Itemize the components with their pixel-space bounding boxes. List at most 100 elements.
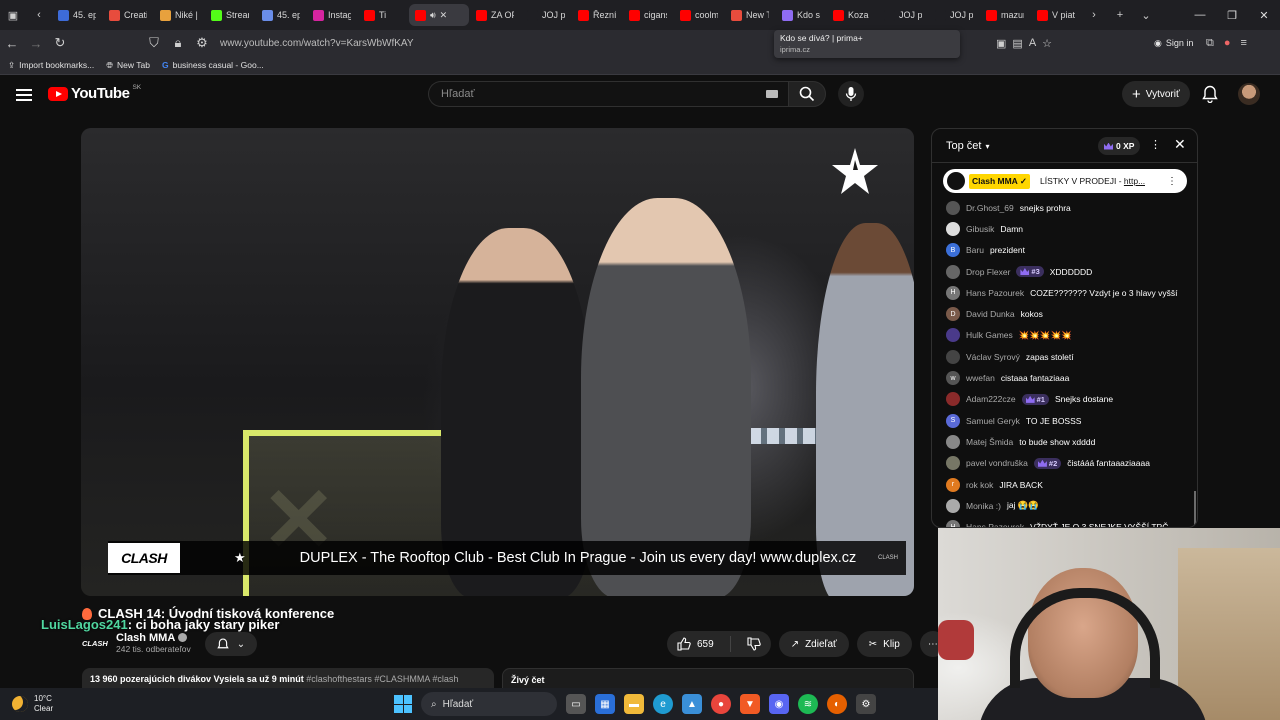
chat-avatar[interactable]: [946, 264, 960, 279]
browser-tab[interactable]: Stream: [205, 4, 255, 26]
chat-avatar[interactable]: w: [946, 371, 960, 386]
browser-tab[interactable]: Creati: [103, 4, 153, 26]
chat-message[interactable]: H Hans Pazourek VŽDYŤ JE O 3 SNEJKE VYŠŠÍ …: [946, 516, 1186, 527]
sign-in-button[interactable]: ◉ Sign in: [1154, 34, 1193, 52]
chat-avatar[interactable]: H: [946, 285, 960, 300]
shield-icon[interactable]: ⛉: [142, 35, 166, 51]
chat-author[interactable]: Hans Pazourek: [966, 288, 1024, 298]
browser-tab[interactable]: coolm: [674, 4, 724, 26]
browser-tab[interactable]: JOJ pl: [929, 4, 979, 26]
video-player[interactable]: ✕ CLASH ★ DUPLEX - The Rooftop Club - Be…: [81, 128, 914, 596]
chat-message[interactable]: H Hans Pazourek COZE??????? Vzdyt je o 3 h…: [946, 282, 1186, 303]
chat-message[interactable]: pavel vondruška #2 čistááá fantaaaziaaaa: [946, 453, 1186, 474]
weather-widget[interactable]: 10°C Clear: [12, 694, 53, 714]
lock-icon[interactable]: 🔒︎: [166, 35, 190, 51]
chat-author[interactable]: Gibusik: [966, 224, 994, 234]
minimize-icon[interactable]: —: [1184, 9, 1216, 21]
keyboard-icon[interactable]: [766, 90, 778, 98]
channel-avatar[interactable]: CLASH: [82, 634, 108, 652]
bookmark-new-tab[interactable]: 🌐︎ New Tab: [106, 60, 150, 71]
xp-badge[interactable]: 0 XP: [1098, 137, 1141, 155]
chat-avatar[interactable]: S: [946, 413, 960, 428]
chat-avatar[interactable]: B: [946, 243, 960, 258]
chat-scrollbar[interactable]: [1194, 491, 1196, 525]
bookmark-import[interactable]: ⇪ Import bookmarks...: [8, 60, 94, 71]
chat-avatar[interactable]: [946, 221, 960, 236]
copilot-icon[interactable]: ●: [1224, 37, 1231, 49]
translate-icon[interactable]: A: [1029, 37, 1036, 49]
browser-tab[interactable]: Řezníl: [572, 4, 622, 26]
chat-message[interactable]: Gibusik Damn: [946, 218, 1186, 239]
firefox-icon[interactable]: ◐: [827, 694, 847, 714]
chat-author[interactable]: rok kok: [966, 480, 993, 490]
tab-audio-icon[interactable]: 🔊︎: [430, 10, 436, 21]
chat-message[interactable]: Matej Šmida to bude show xdddd: [946, 431, 1186, 452]
browser-tab[interactable]: Niké |: [154, 4, 204, 26]
browser-tab[interactable]: mazur: [980, 4, 1030, 26]
pinned-link[interactable]: http...: [1124, 176, 1145, 186]
file-explorer-icon[interactable]: ▬: [624, 694, 644, 714]
tab-list-icon[interactable]: ⌄: [1133, 0, 1159, 30]
like-button[interactable]: 659: [667, 631, 724, 657]
browser-tab[interactable]: New T: [725, 4, 775, 26]
clip-button[interactable]: ✂ Klip: [856, 631, 912, 657]
chat-message[interactable]: Václav Syrový zapas století: [946, 346, 1186, 367]
back-icon[interactable]: ←: [0, 36, 24, 51]
chat-author[interactable]: pavel vondruška: [966, 458, 1028, 468]
youtube-logo[interactable]: YouTube SK: [48, 84, 141, 102]
chat-avatar[interactable]: [946, 349, 960, 364]
chat-author[interactable]: Adam222cze: [966, 394, 1016, 404]
browser-tab[interactable]: 45. ep: [52, 4, 102, 26]
site-settings-icon[interactable]: ⚙︎: [190, 35, 214, 51]
chat-message[interactable]: B Baru prezident: [946, 240, 1186, 261]
pinned-message[interactable]: Clash MMA ✓ LÍSTKY V PRODEJI - http... ⋮: [943, 169, 1187, 193]
new-tab-icon[interactable]: +: [1107, 0, 1133, 30]
chat-avatar[interactable]: [946, 200, 960, 215]
photos-icon[interactable]: ▲: [682, 694, 702, 714]
chat-avatar[interactable]: [946, 328, 960, 343]
search-input[interactable]: Hľadať: [428, 81, 792, 107]
chat-avatar[interactable]: [946, 498, 960, 513]
chat-message[interactable]: r rok kok JIRA BACK: [946, 474, 1186, 495]
taskbar-search[interactable]: ⌕ Hľadať: [421, 692, 557, 716]
address-bar[interactable]: www.youtube.com/watch?v=KarsWbWfKAY: [220, 38, 414, 49]
chat-author[interactable]: Baru: [966, 245, 984, 255]
account-avatar[interactable]: [1238, 83, 1260, 105]
create-button[interactable]: + Vytvoriť: [1122, 81, 1190, 107]
close-chat-icon[interactable]: ✕: [1174, 136, 1186, 153]
chat-avatar[interactable]: r: [946, 477, 960, 492]
hamburger-menu-icon[interactable]: [16, 86, 32, 102]
browser-menu-icon[interactable]: ≡: [1241, 37, 1247, 49]
chat-author[interactable]: Samuel Geryk: [966, 416, 1020, 426]
tab-actions-icon[interactable]: ▣: [0, 0, 26, 30]
brave-icon[interactable]: ▼: [740, 694, 760, 714]
chat-author[interactable]: Monika :): [966, 501, 1001, 511]
browser-tab[interactable]: 🔊︎ ✕: [409, 4, 469, 26]
channel-name-row[interactable]: Clash MMA: [116, 632, 191, 644]
maximize-icon[interactable]: ❐: [1216, 9, 1248, 22]
browser-tab[interactable]: 45. ep: [256, 4, 306, 26]
scroll-tabs-right-icon[interactable]: ›: [1081, 0, 1107, 30]
spotify-icon[interactable]: ≋: [798, 694, 818, 714]
browser-tab[interactable]: Instag: [307, 4, 357, 26]
voice-search-button[interactable]: [838, 81, 864, 107]
close-window-icon[interactable]: ✕: [1248, 9, 1280, 22]
browser-tab[interactable]: ZA OF: [470, 4, 520, 26]
subscription-bell-button[interactable]: ⌄: [205, 632, 257, 656]
chat-avatar[interactable]: D: [946, 307, 960, 322]
chat-author[interactable]: Matej Šmida: [966, 437, 1013, 447]
chat-message[interactable]: S Samuel Geryk TO JE BOSSS: [946, 410, 1186, 431]
forward-icon[interactable]: →: [24, 36, 48, 51]
chat-message[interactable]: Monika :) jaj 😭😭: [946, 495, 1186, 516]
reload-icon[interactable]: ↻: [48, 35, 72, 51]
browser-tab[interactable]: cigans: [623, 4, 673, 26]
chat-author[interactable]: Hulk Games: [966, 330, 1013, 340]
close-tab-icon[interactable]: ✕: [440, 10, 448, 21]
chat-author[interactable]: Dr.Ghost_69: [966, 203, 1014, 213]
chat-author[interactable]: Drop Flexer: [966, 267, 1010, 277]
chat-avatar[interactable]: [946, 434, 960, 449]
chat-message[interactable]: D David Dunka kokos: [946, 303, 1186, 324]
chrome-icon[interactable]: ●: [711, 694, 731, 714]
reader-mode-icon[interactable]: ▤: [1012, 37, 1022, 50]
chat-message[interactable]: Drop Flexer #3 XDDDDDD: [946, 261, 1186, 282]
